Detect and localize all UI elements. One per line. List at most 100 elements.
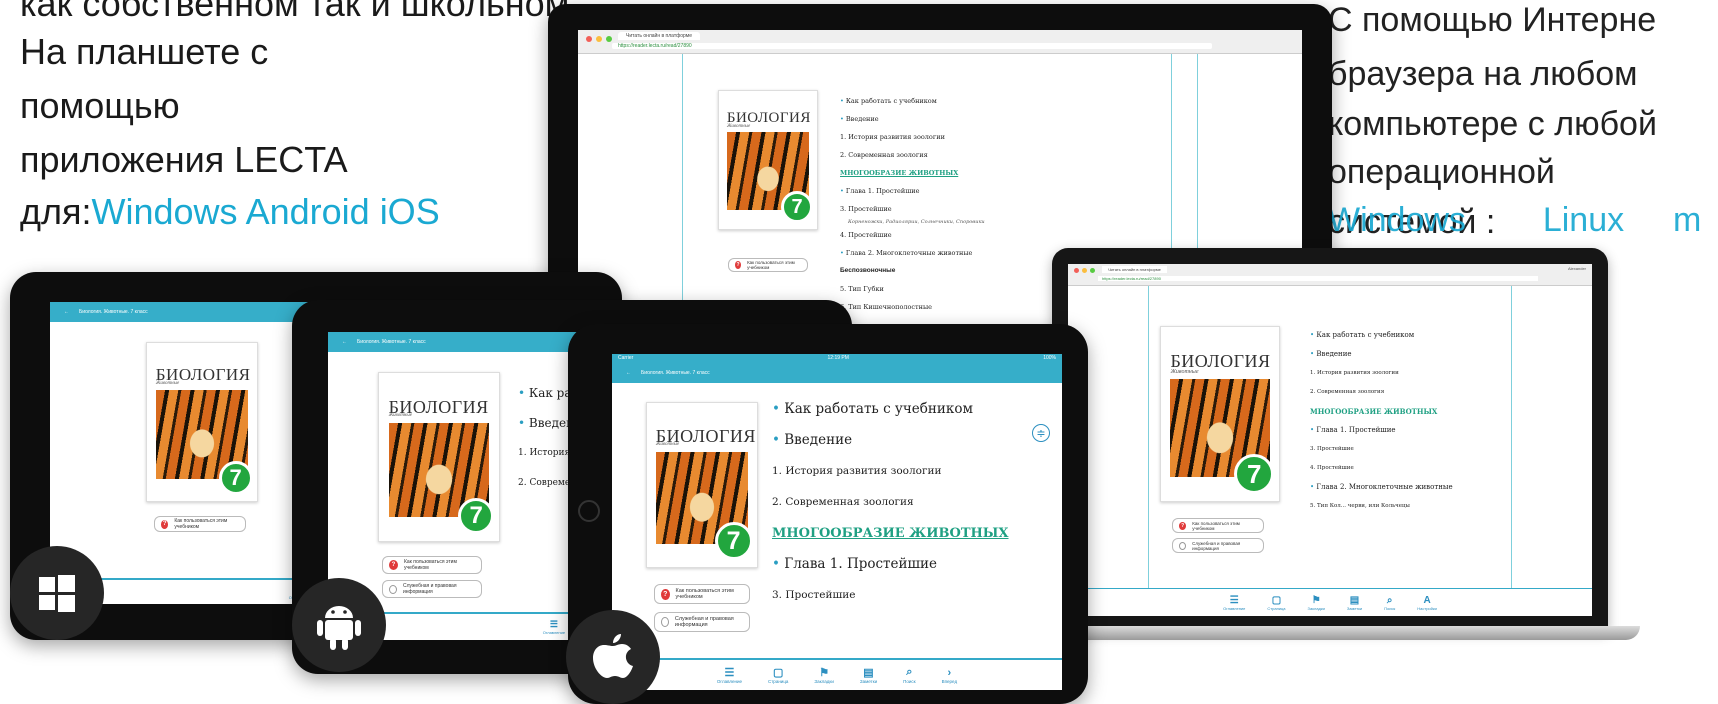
laptop-nav-pages[interactable]: ▢ Страница bbox=[1267, 595, 1285, 611]
laptop-service-label: Служебная и правовая информация bbox=[1192, 540, 1241, 551]
toc-item[interactable]: 3. Простейшие bbox=[1310, 440, 1453, 459]
laptop-nav-settings[interactable]: A Настройки bbox=[1417, 595, 1437, 611]
toc-item[interactable]: 2. Современная зоология bbox=[840, 146, 985, 164]
right-caption-line-2: браузера на любом bbox=[1328, 55, 1638, 93]
toc-item[interactable]: Как работать с учебником bbox=[772, 394, 1009, 425]
grade-badge: 7 bbox=[781, 191, 814, 224]
android-back-arrow-icon[interactable]: ← bbox=[342, 339, 347, 345]
toc-item[interactable]: 1. История развития зоологии bbox=[1310, 364, 1453, 383]
how-to-button[interactable]: ? Как пользоваться этим учебником bbox=[728, 258, 808, 272]
android-grade-badge: 7 bbox=[458, 498, 495, 535]
platform-link-windows[interactable]: Windows bbox=[92, 191, 238, 232]
ipad-status-bar: Carrier 12:19 PM 100% bbox=[612, 354, 1062, 363]
right-caption-line-3: компьютере с любой bbox=[1328, 105, 1657, 143]
toc-heading: МНОГООБРАЗИЕ ЖИВОТНЫХ bbox=[1310, 407, 1438, 416]
toc-item[interactable]: Как работать с учебником bbox=[1310, 326, 1453, 345]
android-how-to-button[interactable]: ? Как пользоваться этим учебником bbox=[382, 556, 482, 574]
toc-item[interactable]: Глава 2. Многоклеточные животные bbox=[840, 244, 985, 262]
android-nav-contents[interactable]: ☰ Оглавление bbox=[543, 619, 565, 635]
address-bar[interactable]: https://reader.lecta.ru/read/27890 bbox=[612, 43, 1212, 49]
laptop-grade-badge: 7 bbox=[1234, 454, 1275, 495]
toc-list: Как работать с учебником Введение 1. Ист… bbox=[840, 92, 985, 316]
android-info-icon bbox=[389, 584, 397, 594]
android-book-cover[interactable]: БИОЛОГИЯ Животные 7 bbox=[378, 372, 500, 542]
right-caption-line-1: С помощью Интерне bbox=[1328, 1, 1657, 39]
platform-link-mac-web[interactable]: m bbox=[1673, 201, 1701, 239]
ipad-service-button[interactable]: Служебная и правовая информация bbox=[654, 612, 750, 632]
toc-item[interactable]: 3. Простейшие bbox=[840, 200, 985, 218]
ipad-how-to-label: Как пользоваться этим учебником bbox=[675, 588, 734, 600]
windows-how-to-button[interactable]: ? Как пользоваться этим учебником bbox=[154, 516, 246, 532]
laptop-base bbox=[1040, 626, 1640, 640]
help-icon: ? bbox=[735, 261, 742, 269]
caption-line-2: помощью bbox=[20, 85, 180, 126]
ipad-app-header: ← Биология. Животные. 7 класс bbox=[612, 363, 1062, 383]
toc-item[interactable]: Введение bbox=[840, 110, 985, 128]
caption-line-1: На планшете с bbox=[20, 31, 269, 72]
ipad-toc-list: Как работать с учебником Введение 1. Ист… bbox=[772, 394, 1009, 611]
ipad-service-label: Служебная и правовая информация bbox=[674, 616, 734, 628]
toc-item[interactable]: Глава 1. Простейшие bbox=[840, 182, 985, 200]
toc-item[interactable]: 6. Тип Кишечнополостные bbox=[840, 298, 985, 316]
laptop-address-bar[interactable]: https://reader.lecta.ru/read/27890 bbox=[1098, 276, 1538, 281]
toc-item[interactable]: 1. История развития зоологии bbox=[840, 128, 985, 146]
ipad-nav-forward[interactable]: › Вперед bbox=[942, 667, 957, 684]
back-arrow-icon[interactable]: ← bbox=[64, 309, 69, 315]
ipad-grade-badge: 7 bbox=[714, 522, 753, 561]
laptop-device: Читать онлайн в платформе Alexander http… bbox=[1040, 248, 1640, 640]
laptop-book-cover[interactable]: БИОЛОГИЯ Животные 7 bbox=[1160, 326, 1280, 502]
laptop-how-to-button[interactable]: ? Как пользоваться этим учебником bbox=[1172, 518, 1264, 533]
laptop-nav-bookmarks[interactable]: ⚑ Закладки bbox=[1308, 595, 1325, 611]
ipad-nav-search[interactable]: ⌕ Поиск bbox=[903, 666, 915, 684]
ipad-home-button[interactable] bbox=[578, 500, 600, 522]
laptop-service-button[interactable]: Служебная и правовая информация bbox=[1172, 538, 1264, 553]
windows-book-cover[interactable]: БИОЛОГИЯ Животные 7 bbox=[146, 342, 258, 502]
toc-item[interactable]: 4. Простейшие bbox=[840, 226, 985, 244]
toc-sub: Корненожки, Радиолярии, Солнечники, Спор… bbox=[848, 219, 985, 225]
ipad-nav-bar: ☰ Оглавление ▢ Страница ⚑ Закладки ▤ Заметки… bbox=[612, 658, 1062, 690]
platform-link-ios[interactable]: iOS bbox=[380, 191, 440, 232]
toc-item[interactable]: 1. История развития зоологии bbox=[772, 456, 1009, 487]
toc-item[interactable]: Введение bbox=[1310, 345, 1453, 364]
ipad-settings-icon[interactable]: ≑ bbox=[1032, 424, 1050, 442]
platform-link-linux-web[interactable]: Linux bbox=[1543, 201, 1624, 239]
windows-how-to-label: Как пользоваться этим учебником bbox=[174, 518, 228, 530]
ipad-how-to-button[interactable]: ? Как пользоваться этим учебником bbox=[654, 584, 750, 604]
status-battery: 100% bbox=[1043, 355, 1056, 361]
toc-item[interactable]: 2. Современная зоология bbox=[1310, 383, 1453, 402]
laptop-info-icon bbox=[1179, 541, 1187, 550]
ipad-nav-pages[interactable]: ▢ Страница bbox=[768, 666, 788, 684]
ipad-nav-bookmarks[interactable]: ⚑ Закладки bbox=[814, 666, 833, 684]
book-cover[interactable]: БИОЛОГИЯ Животные 7 bbox=[718, 90, 818, 230]
toc-item[interactable]: Глава 1. Простейшие bbox=[772, 549, 1009, 580]
ipad-nav-notes[interactable]: ▤ Заметки bbox=[860, 666, 877, 684]
ipad-nav-contents[interactable]: ☰ Оглавление bbox=[717, 666, 742, 684]
ipad-book-cover[interactable]: БИОЛОГИЯ Животные 7 bbox=[646, 402, 758, 568]
android-book-subtitle: Животные bbox=[388, 413, 412, 419]
laptop-nav-contents[interactable]: ☰ Оглавление bbox=[1223, 595, 1245, 611]
laptop-nav-search[interactable]: ⌕ Поиск bbox=[1384, 595, 1395, 611]
laptop-nav-notes[interactable]: ▤ Заметки bbox=[1347, 595, 1362, 611]
toc-item[interactable]: 5. Тип Губки bbox=[840, 280, 985, 298]
laptop-screen: Читать онлайн в платформе Alexander http… bbox=[1068, 264, 1592, 616]
android-how-to-label: Как пользоваться этим учебником bbox=[403, 559, 457, 571]
android-service-label: Служебная и правовая информация bbox=[402, 583, 457, 595]
toc-item[interactable]: 3. Простейшие bbox=[772, 580, 1009, 611]
toc-item[interactable]: Как работать с учебником bbox=[840, 92, 985, 110]
toc-item[interactable]: Глава 1. Простейшие bbox=[1310, 421, 1453, 440]
ipad-header-title: Биология. Животные. 7 класс bbox=[641, 370, 710, 376]
toc-item[interactable]: 4. Простейшие bbox=[1310, 459, 1453, 478]
platform-link-android[interactable]: Android bbox=[246, 191, 370, 232]
toc-item[interactable]: Введение bbox=[772, 425, 1009, 456]
status-carrier: Carrier bbox=[618, 355, 634, 361]
laptop-nav-bar: ☰ Оглавление ▢ Страница ⚑ Закладки ▤ Заметки… bbox=[1068, 588, 1592, 616]
toc-item[interactable]: Глава 2. Многоклеточные животные bbox=[1310, 478, 1452, 497]
browser-tab[interactable]: Читать онлайн в платформе bbox=[618, 32, 701, 40]
toc-item[interactable]: 2. Современная зоология bbox=[772, 487, 1009, 518]
platform-link-windows-web[interactable]: Windows bbox=[1328, 201, 1466, 239]
toc-item[interactable]: 5. Тип Кол... черви, или Кольчецы bbox=[1310, 497, 1453, 516]
caption-line-3: приложения LECTA bbox=[20, 139, 348, 180]
laptop-browser-tab[interactable]: Читать онлайн в платформе bbox=[1102, 266, 1167, 273]
ipad-back-arrow-icon[interactable]: ← bbox=[626, 370, 631, 376]
android-service-button[interactable]: Служебная и правовая информация bbox=[382, 580, 482, 598]
